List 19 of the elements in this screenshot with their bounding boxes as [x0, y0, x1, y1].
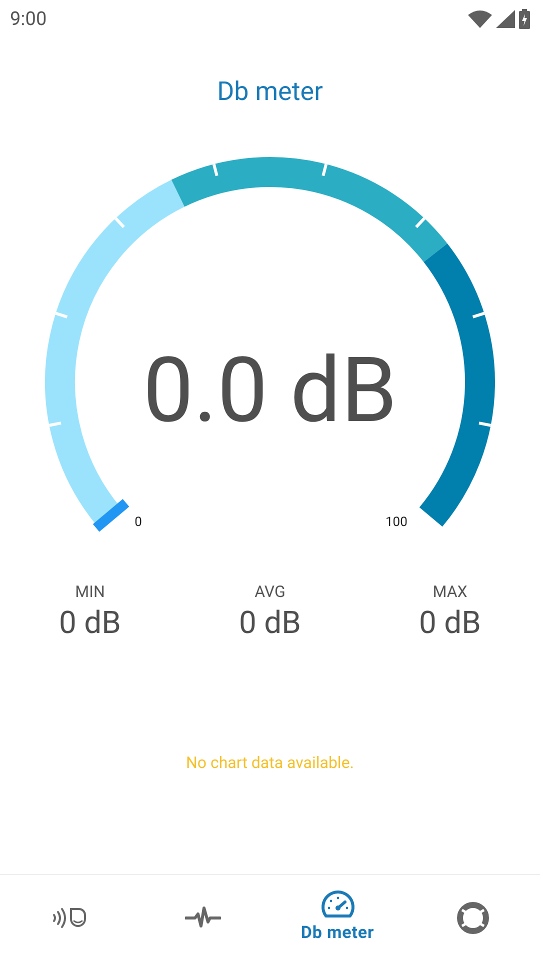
pulse-icon: [184, 904, 220, 930]
wifi-icon: [468, 10, 492, 28]
empty-chart-message: No chart data available.: [186, 752, 354, 774]
clock: 9:00: [10, 6, 47, 32]
stat-label: MIN: [75, 581, 105, 603]
decibel-reading: 0.0 dB: [142, 340, 398, 436]
stat-value: 0 dB: [239, 604, 301, 643]
nav-tab[interactable]: Db meter: [270, 875, 405, 960]
battery-icon: [519, 9, 530, 29]
stat-value: 0 dB: [419, 604, 481, 643]
stat-label: AVG: [254, 581, 286, 603]
page-title: Db meter: [217, 76, 323, 108]
lifebuoy-icon: [456, 900, 490, 934]
stat-value: 0 dB: [59, 604, 121, 643]
signal-icon: [496, 10, 515, 28]
scale-min-label: 0: [134, 514, 142, 532]
scale-max-label: 100: [385, 514, 408, 532]
stat-label: MAX: [432, 581, 468, 603]
speedometer-icon: [320, 888, 356, 919]
